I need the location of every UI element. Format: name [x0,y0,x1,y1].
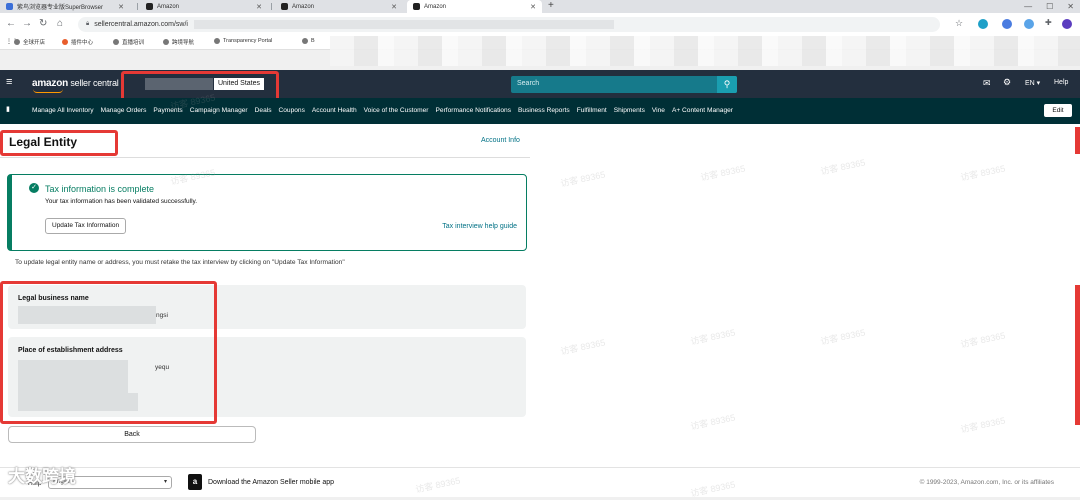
page-footer: Help English ▾ a Download the Amazon Sel… [0,467,1080,497]
nav-item[interactable]: Campaign Manager [190,107,248,114]
nav-item[interactable]: Fulfillment [577,107,607,114]
star-icon[interactable]: ☆ [955,18,963,29]
browser-tab[interactable]: Amazon ✕ [140,0,268,13]
highlight-edge [1075,127,1080,154]
close-tab-icon[interactable]: ✕ [530,3,536,11]
browser-tab[interactable]: 紫鸟浏览器专业版SuperBrowser ✕ [0,0,130,13]
nav-item[interactable]: Business Reports [518,107,570,114]
copyright: © 1999-2023, Amazon.com, Inc. or its aff… [919,479,1054,486]
update-tax-button[interactable]: Update Tax Information [45,218,127,234]
amazon-favicon-icon [146,3,153,10]
nav-item[interactable]: Performance Notifications [436,107,512,114]
window-controls: — ☐ ✕ [1024,0,1074,13]
download-app-link[interactable]: Download the Amazon Seller mobile app [208,479,334,486]
alert-title: Tax information is complete [45,184,155,194]
tax-guide-link[interactable]: Tax interview help guide [442,223,517,230]
corner-watermark-logo: 大数跨境 [8,467,76,486]
nav-item[interactable]: Manage All Inventory [32,107,94,114]
edit-nav-button[interactable]: Edit [1044,104,1072,117]
nav-item[interactable]: Coupons [279,107,305,114]
bookmark[interactable]: Transparency Portal [214,38,272,44]
extension-icon[interactable] [978,19,988,29]
browser-tab-title: Amazon [292,3,315,10]
pixelated-region [330,36,1080,66]
amazon-favicon-icon [281,3,288,10]
url-input[interactable]: 🔒︎ sellercentral.amazon.com/sw/i [78,17,940,32]
language-selector[interactable]: EN ▾ [1025,79,1040,87]
instruction-text: To update legal entity name or address, … [15,259,345,266]
divider [0,157,530,158]
bookmark[interactable]: 直播培训 [113,38,144,46]
tax-status-alert: ✓ Tax information is complete Your tax i… [7,174,527,251]
browser-favicon-icon [6,3,13,10]
highlight-edge [1075,285,1080,425]
nav-item[interactable]: Vine [652,107,665,114]
maximize-icon[interactable]: ☐ [1046,0,1053,13]
lock-icon: 🔒︎ [86,21,90,27]
mail-icon[interactable]: ✉ [983,78,991,89]
puzzle-icon[interactable]: ✚ [1045,18,1052,27]
browser-tab-strip: 紫鸟浏览器专业版SuperBrowser ✕ Amazon ✕ Amazon ✕… [0,0,1080,13]
seller-central-logo[interactable]: amazon seller central [32,78,119,93]
seller-app-icon[interactable]: a [188,474,202,490]
address-bar: ← → ↻ ⌂ 🔒︎ sellercentral.amazon.com/sw/i… [0,13,1080,36]
close-tab-icon[interactable]: ✕ [391,3,397,11]
nav-item[interactable]: A+ Content Manager [672,107,733,114]
check-circle-icon: ✓ [29,183,39,193]
search-input[interactable]: Search ⚲ [511,76,737,93]
nav-item[interactable]: Manage Orders [101,107,147,114]
close-tab-icon[interactable]: ✕ [118,3,124,11]
highlight-box [0,281,217,424]
bookmark[interactable]: 跨境导航 [163,38,194,46]
redacted-url-region [193,20,614,29]
home-icon[interactable]: ⌂ [57,18,63,29]
chevron-down-icon: ▾ [163,479,167,485]
new-tab-icon[interactable]: + [548,0,554,12]
nav-item[interactable]: Deals [255,107,272,114]
url-text: sellercentral.amazon.com/sw/i [94,21,188,28]
help-link[interactable]: Help [1054,79,1068,86]
browser-tab-title: 紫鸟浏览器专业版SuperBrowser [17,5,104,11]
bookmark[interactable]: 插件中心 [62,38,93,46]
back-button[interactable]: Back [8,426,256,443]
browser-tab-active[interactable]: Amazon ✕ [407,0,542,13]
account-info-link[interactable]: Account Info [481,137,520,144]
browser-tab[interactable]: Amazon ✕ [275,0,403,13]
main-nav: ▮ Manage All Inventory Manage Orders Pay… [0,98,1080,124]
nav-item[interactable]: Payments [153,107,182,114]
highlight-box [0,130,118,156]
extension-icon[interactable] [1002,19,1012,29]
amazon-favicon-icon [413,3,420,10]
alert-description: Your tax information has been validated … [45,198,198,205]
reload-icon[interactable]: ↻ [39,18,47,29]
nav-item[interactable]: Voice of the Customer [364,107,429,114]
gear-icon[interactable]: ⚙ [1003,77,1011,88]
minimize-icon[interactable]: — [1024,0,1032,13]
close-tab-icon[interactable]: ✕ [256,3,262,11]
back-arrow-icon[interactable]: ← [6,18,16,29]
bookmark-icon[interactable]: ▮ [6,105,10,113]
extension-icon[interactable] [1024,19,1034,29]
amazon-smile-icon [33,89,63,93]
forward-arrow-icon[interactable]: → [22,18,32,29]
browser-tab-title: Amazon [157,3,180,10]
hamburger-menu-icon[interactable]: ≡ [6,77,12,88]
nav-item[interactable]: Account Health [312,107,357,114]
nav-item[interactable]: Shipments [614,107,645,114]
bookmark[interactable]: 全球开店 [14,38,45,46]
close-window-icon[interactable]: ✕ [1067,0,1074,13]
search-icon[interactable]: ⚲ [717,76,737,93]
profile-icon[interactable] [1062,19,1072,29]
browser-tab-title: Amazon [424,3,447,10]
bookmark[interactable]: B [302,38,315,44]
